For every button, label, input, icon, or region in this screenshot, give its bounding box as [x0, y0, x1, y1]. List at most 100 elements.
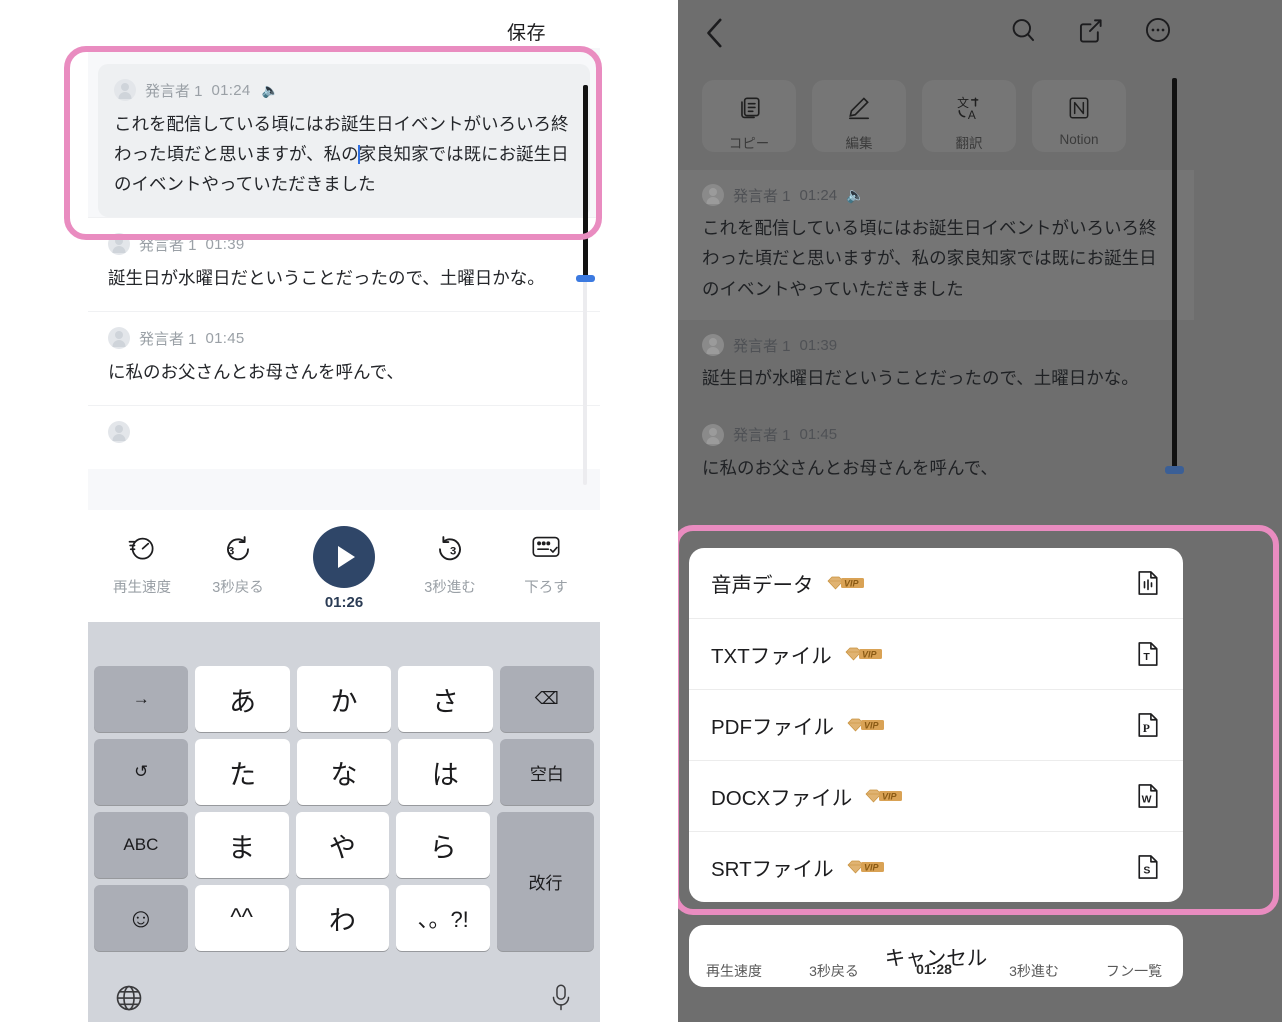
vip-badge: VIP	[864, 788, 904, 805]
transcript-block[interactable]: 発言者 1 01:45 に私のお父さんとお母さんを呼んで、	[88, 311, 600, 406]
key-ha[interactable]: は	[398, 739, 493, 805]
play-button-circle[interactable]	[313, 526, 375, 588]
keyboard-bottom-bar	[88, 958, 600, 1022]
transcript-block[interactable]: 発言者 1 01:39 誕生日が水曜日だということだったので、土曜日かな。	[88, 217, 600, 312]
svg-text:T: T	[1143, 651, 1150, 663]
key-na[interactable]: な	[296, 739, 392, 805]
list-label[interactable]: フン一覧	[1084, 961, 1184, 981]
key-ta[interactable]: た	[195, 739, 290, 805]
transcript-block[interactable]: 発言者 1 01:45 に私のお父さんとお母さんを呼んで、	[678, 410, 1194, 499]
key-ka[interactable]: か	[296, 666, 392, 732]
export-option-txt[interactable]: TXTファイル VIP T	[689, 619, 1183, 690]
timestamp: 01:24	[799, 186, 838, 204]
key-next-candidate[interactable]: →	[94, 666, 189, 732]
transcript-meta: 発言者 1 01:45	[702, 423, 1170, 446]
transcript-meta: 発言者 1 01:45	[108, 326, 580, 350]
transcript-list-left[interactable]: 発言者 1 01:24 🔈 これを配信している頃にはお誕生日イベントがいろいろ終…	[88, 48, 600, 510]
transcript-meta	[108, 420, 580, 444]
key-wa[interactable]: わ	[295, 885, 390, 951]
transcript-block-selected[interactable]: 発言者 1 01:24 🔈 これを配信している頃にはお誕生日イベントがいろいろ終…	[98, 64, 590, 218]
keyboard-rows: → あ か さ ⌫ ↺ た な は 空白 ABC ま や ら ☺ ^^ わ 、。…	[88, 666, 600, 951]
compose-icon[interactable]	[1077, 17, 1104, 44]
srt-file-icon: S	[1135, 853, 1161, 881]
speaker-avatar-icon	[114, 79, 136, 101]
key-emoji[interactable]: ☺	[94, 885, 188, 951]
key-a[interactable]: あ	[195, 666, 290, 732]
key-kaomoji[interactable]: ^^	[194, 885, 289, 951]
edit-label: 編集	[845, 136, 873, 151]
collapse-keyboard-button[interactable]: 下ろす	[498, 526, 594, 597]
export-option-pdf[interactable]: PDFファイル VIP Ρ	[689, 690, 1183, 761]
vip-badge: VIP	[826, 575, 866, 592]
rewind-3-icon: 3	[190, 526, 286, 570]
left-panel-transcript-editor: 保存 発言者 1 01:24 🔈 これを配信している頃にはお誕生日イベントがいろ…	[0, 0, 678, 1022]
audio-wave-icon[interactable]: 🔈	[262, 82, 279, 99]
key-space[interactable]: 空白	[499, 739, 595, 805]
timestamp: 01:39	[205, 235, 245, 253]
scrollbar-handle[interactable]	[1165, 466, 1184, 474]
key-backspace[interactable]: ⌫	[499, 666, 595, 732]
forward-3s-label[interactable]: 3秒進む	[984, 961, 1084, 981]
rewind-3s-label[interactable]: 3秒戻る	[784, 961, 884, 981]
export-option-docx[interactable]: DOCXファイル VIP W	[689, 761, 1183, 832]
transcript-text[interactable]: これを配信している頃にはお誕生日イベントがいろいろ終わった頃だと思いますが、私の…	[702, 213, 1170, 304]
export-option-label: DOCXファイル	[711, 787, 853, 810]
search-icon[interactable]	[1010, 17, 1037, 44]
speaker-avatar-icon	[702, 423, 724, 446]
vip-badge: VIP	[846, 717, 886, 734]
action-toolbar: コピー 編集 文 A 翻訳 Notion	[678, 68, 1194, 164]
transcript-text[interactable]: これを配信している頃にはお誕生日イベントがいろいろ終わった頃だと思いますが、私の…	[114, 109, 574, 199]
play-icon	[296, 526, 392, 588]
svg-text:Ρ: Ρ	[1143, 722, 1150, 735]
edit-button[interactable]: 編集	[812, 80, 906, 152]
translate-label: 翻訳	[955, 136, 983, 151]
copy-button[interactable]: コピー	[702, 80, 796, 152]
key-sa[interactable]: さ	[398, 666, 493, 732]
export-action-sheet: 音声データ VIP TXTファイル VIP T PDFファイル VIP Ρ DO…	[689, 548, 1183, 902]
play-pause-button[interactable]: 01:26	[296, 526, 392, 611]
docx-file-icon: W	[1135, 782, 1161, 810]
key-ra[interactable]: ら	[396, 812, 490, 878]
playback-speed-label[interactable]: 再生速度	[684, 961, 784, 981]
rewind-3s-button[interactable]: 3 3秒戻る	[190, 526, 286, 597]
key-abc[interactable]: ABC	[94, 812, 188, 878]
key-punctuation[interactable]: 、。?!	[396, 885, 490, 951]
key-ya[interactable]: や	[295, 812, 390, 878]
export-option-srt[interactable]: SRTファイル VIP S	[689, 832, 1183, 902]
more-circle-icon[interactable]	[1144, 16, 1172, 44]
transcript-text[interactable]: に私のお父さんとお母さんを呼んで、	[108, 357, 580, 387]
nav-actions	[1010, 16, 1172, 44]
transcript-block-partial[interactable]	[88, 405, 600, 470]
translate-button[interactable]: 文 A 翻訳	[922, 80, 1016, 152]
microphone-icon[interactable]	[548, 983, 574, 1013]
playback-speed-button[interactable]: 再生速度	[94, 526, 190, 597]
keyboard-rows-bottom-group: ABC ま や ら ☺ ^^ わ 、。?! 改行	[94, 812, 594, 951]
notion-button[interactable]: Notion	[1032, 80, 1126, 152]
scrollbar-thumb[interactable]	[1172, 78, 1177, 470]
transcript-text[interactable]: 誕生日が水曜日だということだったので、土曜日かな。	[702, 363, 1170, 393]
forward-3s-button[interactable]: 3 3秒進む	[402, 526, 498, 597]
key-return[interactable]: 改行	[497, 812, 594, 951]
svg-text:VIP: VIP	[862, 650, 878, 660]
globe-icon[interactable]	[114, 983, 144, 1013]
transcript-block[interactable]: 発言者 1 01:39 誕生日が水曜日だということだったので、土曜日かな。	[678, 320, 1194, 409]
scrollbar-handle[interactable]	[576, 275, 595, 282]
transcript-text[interactable]: に私のお父さんとお母さんを呼んで、	[702, 453, 1170, 483]
key-undo[interactable]: ↺	[94, 739, 189, 805]
copy-label: コピー	[728, 136, 770, 151]
key-ma[interactable]: ま	[194, 812, 289, 878]
save-button[interactable]: 保存	[507, 18, 546, 45]
keyboard-row: → あ か さ ⌫	[94, 666, 595, 732]
audio-wave-icon[interactable]: 🔈	[846, 186, 865, 204]
speaker-name	[139, 424, 143, 441]
transcript-text[interactable]: 誕生日が水曜日だということだったので、土曜日かな。	[108, 263, 580, 293]
transcript-list-right[interactable]: 発言者 1 01:24 🔈 これを配信している頃にはお誕生日イベントがいろいろ終…	[678, 170, 1194, 560]
transcript-meta: 発言者 1 01:39	[702, 334, 1170, 357]
transcript-block[interactable]: 発言者 1 01:24 🔈 これを配信している頃にはお誕生日イベントがいろいろ終…	[678, 170, 1194, 321]
speaker-avatar-icon	[702, 334, 724, 357]
notion-icon	[1032, 80, 1126, 130]
export-option-audio[interactable]: 音声データ VIP	[689, 548, 1183, 619]
notion-label: Notion	[1059, 132, 1099, 147]
back-button[interactable]	[702, 16, 728, 50]
scrollbar-thumb[interactable]	[583, 85, 588, 280]
